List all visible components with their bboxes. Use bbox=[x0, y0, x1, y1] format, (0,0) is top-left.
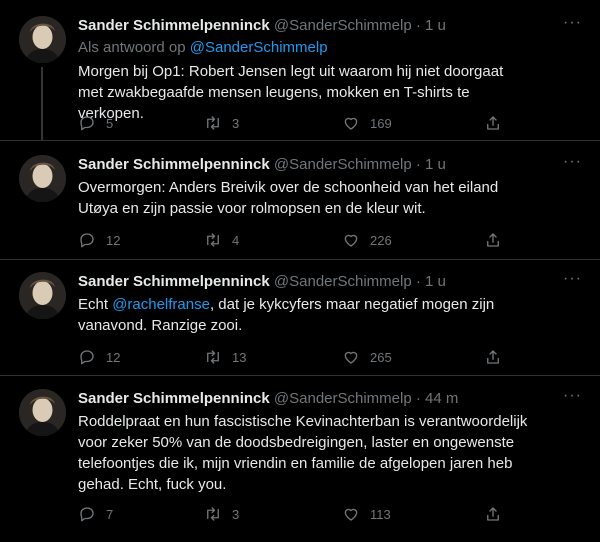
author-name[interactable]: Sander Schimmelpenninck bbox=[78, 273, 270, 290]
tweet[interactable]: Sander Schimmelpenninck @SanderSchimmelp… bbox=[0, 376, 600, 542]
like-button[interactable]: 226 bbox=[342, 229, 392, 251]
avatar[interactable] bbox=[19, 16, 66, 63]
tweet-actions: 12 13 265 bbox=[78, 346, 508, 368]
timestamp[interactable]: 1 u bbox=[425, 17, 446, 34]
reply-icon bbox=[80, 507, 94, 522]
tweet-actions: 5 3 169 bbox=[78, 112, 508, 134]
share-button[interactable] bbox=[484, 229, 502, 251]
like-count: 169 bbox=[370, 115, 392, 131]
author-handle[interactable]: @SanderSchimmelp bbox=[274, 390, 412, 407]
tweet[interactable]: Sander Schimmelpenninck @SanderSchimmelp… bbox=[0, 260, 600, 375]
tweet-header: Sander Schimmelpenninck @SanderSchimmelp… bbox=[78, 155, 446, 175]
tweet-actions: 12 4 226 bbox=[78, 229, 508, 251]
reply-button[interactable]: 12 bbox=[78, 346, 120, 368]
share-button[interactable] bbox=[484, 346, 502, 368]
like-count: 113 bbox=[370, 506, 391, 522]
share-icon bbox=[487, 507, 499, 521]
reply-icon bbox=[80, 350, 94, 365]
timestamp[interactable]: 44 m bbox=[425, 390, 458, 407]
share-icon bbox=[487, 350, 499, 364]
retweet-count: 3 bbox=[232, 506, 240, 522]
like-count: 226 bbox=[370, 232, 392, 248]
tweet-header: Sander Schimmelpenninck @SanderSchimmelp… bbox=[78, 389, 458, 409]
more-icon[interactable]: ··· bbox=[563, 14, 582, 32]
author-handle[interactable]: @SanderSchimmelp bbox=[274, 17, 412, 34]
reply-count: 12 bbox=[106, 349, 121, 365]
like-icon bbox=[344, 234, 358, 247]
retweet-button[interactable]: 13 bbox=[204, 346, 246, 368]
like-count: 265 bbox=[370, 349, 392, 365]
like-button[interactable]: 169 bbox=[342, 112, 392, 134]
separator-dot: · bbox=[415, 273, 421, 290]
like-icon bbox=[344, 351, 358, 364]
avatar[interactable] bbox=[19, 389, 66, 436]
reply-button[interactable]: 7 bbox=[78, 503, 113, 525]
author-name[interactable]: Sander Schimmelpenninck bbox=[78, 17, 270, 34]
tweet-header: Sander Schimmelpenninck @SanderSchimmelp… bbox=[78, 16, 446, 36]
reply-mention-link[interactable]: @SanderSchimmelp bbox=[190, 39, 328, 56]
tweet-actions: 7 3 113 bbox=[78, 503, 508, 525]
tweet-text: Roddelpraat en hun fascistische Kevinach… bbox=[78, 413, 528, 493]
tweet[interactable]: Sander Schimmelpenninck @SanderSchimmelp… bbox=[0, 141, 600, 259]
share-button[interactable] bbox=[484, 503, 502, 525]
retweet-button[interactable]: 3 bbox=[204, 112, 239, 134]
mention-link[interactable]: @rachelfranse bbox=[112, 296, 210, 313]
thread-line bbox=[41, 67, 43, 140]
avatar-image bbox=[19, 389, 66, 436]
retweet-button[interactable]: 4 bbox=[204, 229, 239, 251]
reply-context: Als antwoord op @SanderSchimmelp bbox=[78, 38, 328, 58]
separator-dot: · bbox=[415, 390, 421, 407]
retweet-count: 13 bbox=[232, 349, 247, 365]
retweet-icon bbox=[207, 350, 219, 364]
like-icon bbox=[344, 117, 358, 130]
more-icon[interactable]: ··· bbox=[563, 270, 582, 288]
tweet[interactable]: Sander Schimmelpenninck @SanderSchimmelp… bbox=[0, 0, 600, 140]
tweet-text-start: Echt bbox=[78, 296, 113, 313]
more-icon[interactable]: ··· bbox=[563, 387, 582, 405]
retweet-button[interactable]: 3 bbox=[204, 503, 239, 525]
reply-count: 12 bbox=[106, 232, 121, 248]
author-handle[interactable]: @SanderSchimmelp bbox=[274, 273, 412, 290]
reply-count: 5 bbox=[106, 115, 114, 131]
reply-icon bbox=[80, 116, 94, 131]
retweet-count: 4 bbox=[232, 232, 240, 248]
timestamp[interactable]: 1 u bbox=[425, 156, 446, 173]
retweet-icon bbox=[207, 116, 219, 130]
share-icon bbox=[487, 116, 499, 130]
avatar[interactable] bbox=[19, 155, 66, 202]
reply-count: 7 bbox=[106, 506, 114, 522]
reply-button[interactable]: 5 bbox=[78, 112, 113, 134]
timestamp[interactable]: 1 u bbox=[425, 273, 446, 290]
like-icon bbox=[344, 508, 358, 521]
reply-icon bbox=[80, 233, 94, 248]
timeline: Sander Schimmelpenninck @SanderSchimmelp… bbox=[0, 0, 600, 542]
author-handle[interactable]: @SanderSchimmelp bbox=[274, 156, 412, 173]
avatar-image bbox=[19, 16, 66, 63]
separator-dot: · bbox=[415, 156, 421, 173]
avatar[interactable] bbox=[19, 272, 66, 319]
author-name[interactable]: Sander Schimmelpenninck bbox=[78, 156, 270, 173]
tweet-text: Overmorgen: Anders Breivik over de schoo… bbox=[78, 179, 499, 217]
retweet-icon bbox=[207, 507, 219, 521]
avatar-image bbox=[19, 272, 66, 319]
share-button[interactable] bbox=[484, 112, 502, 134]
author-name[interactable]: Sander Schimmelpenninck bbox=[78, 390, 270, 407]
like-button[interactable]: 265 bbox=[342, 346, 392, 368]
share-icon bbox=[487, 233, 499, 247]
retweet-count: 3 bbox=[232, 115, 240, 131]
separator-dot: · bbox=[415, 17, 421, 34]
like-button[interactable]: 113 bbox=[342, 503, 391, 525]
more-icon[interactable]: ··· bbox=[563, 153, 582, 171]
avatar-image bbox=[19, 155, 66, 202]
tweet-text: Echt @rachelfranse, dat je kykcyfers maa… bbox=[78, 294, 528, 336]
retweet-icon bbox=[207, 233, 219, 247]
reply-button[interactable]: 12 bbox=[78, 229, 120, 251]
reply-prefix: Als antwoord op bbox=[78, 39, 186, 56]
tweet-header: Sander Schimmelpenninck @SanderSchimmelp… bbox=[78, 272, 446, 292]
